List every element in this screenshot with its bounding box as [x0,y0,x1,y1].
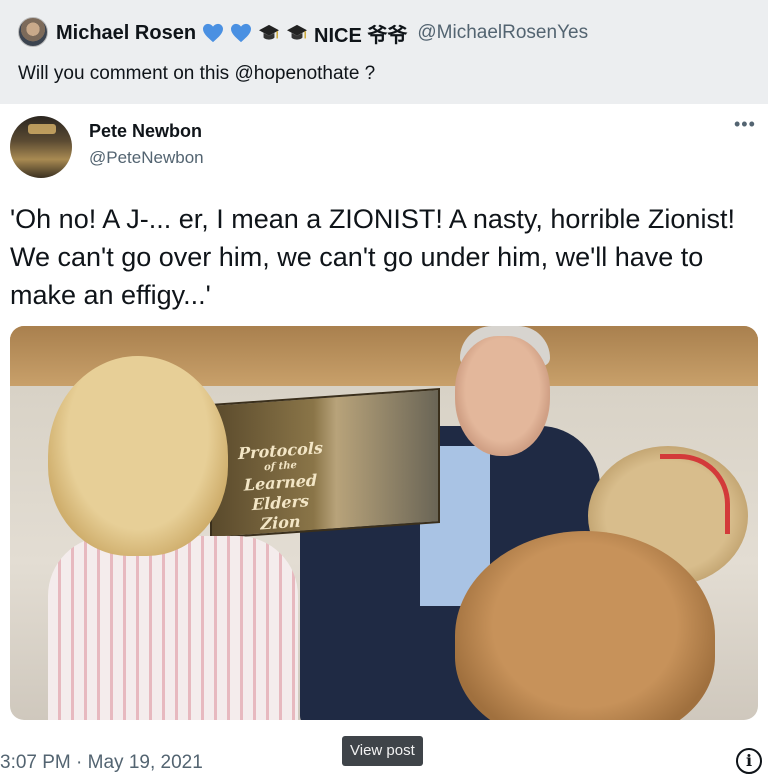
timestamp[interactable]: 3:07 PM · May 19, 2021 [0,752,203,774]
name-badge-text: NICE 爷爷 [314,24,408,47]
tweet-text: 'Oh no! A J-... er, I mean a ZIONIST! A … [10,204,735,310]
retweeter-name-row: Michael Rosen NICE 爷爷 @MichaelRosenYes [56,18,588,48]
tweet-photo[interactable]: Protocols of the Learned Elders Zion [10,326,758,720]
author-handle[interactable]: @PeteNewbon [89,148,204,168]
retweeter-name[interactable]: Michael Rosen [56,22,196,45]
avatar-image-detail [28,124,56,134]
graduation-cap-icon [258,23,280,43]
avatar[interactable] [18,17,48,47]
retweet-comment: Will you comment on this @hopenothate ? [18,63,376,84]
avatar[interactable] [10,116,72,178]
quoted-tweet-card[interactable]: Pete Newbon @PeteNewbon ••• 'Oh no! A J-… [0,104,768,732]
author-name[interactable]: Pete Newbon [89,121,202,142]
girl-hair [48,356,228,556]
man-head [455,336,550,456]
blue-heart-icon [202,23,224,43]
girl-figure [38,356,308,720]
retweeter-handle[interactable]: @MichaelRosenYes [417,22,588,44]
more-options-icon[interactable]: ••• [734,115,756,133]
blue-heart-icon [230,23,252,43]
info-icon[interactable]: i [736,748,762,774]
graduation-cap-icon [286,23,308,43]
girl-shirt [48,536,298,720]
retweet-header: Michael Rosen NICE 爷爷 @MichaelRosenYes W… [0,0,768,104]
view-post-button[interactable]: View post [342,736,423,766]
